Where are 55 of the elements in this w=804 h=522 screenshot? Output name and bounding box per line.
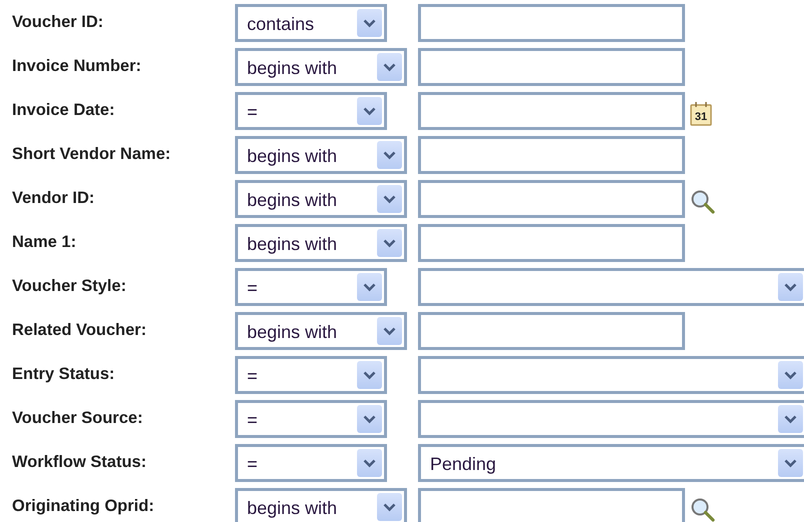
- input-field[interactable]: [418, 48, 685, 86]
- value-dropdown[interactable]: [418, 400, 804, 438]
- value-dropdown[interactable]: [418, 356, 804, 394]
- input-field[interactable]: [418, 92, 685, 130]
- field-label: Invoice Date:: [12, 100, 116, 121]
- operator-dropdown[interactable]: =: [235, 400, 387, 438]
- input-field[interactable]: [418, 224, 685, 262]
- chevron-down-icon: [784, 458, 797, 468]
- operator-dropdown[interactable]: =: [235, 444, 387, 482]
- chevron-down-icon: [383, 150, 396, 160]
- field-label: Entry Status:: [12, 364, 116, 385]
- operator-dropdown[interactable]: =: [235, 92, 387, 130]
- chevron-down-icon: [363, 282, 376, 292]
- chevron-down-icon: [383, 62, 396, 72]
- chevron-down-icon: [784, 282, 797, 292]
- chevron-down-icon: [363, 106, 376, 116]
- field-label: Related Voucher:: [12, 320, 148, 341]
- field-label: Voucher Style:: [12, 276, 128, 297]
- field-label: Short Vendor Name:: [12, 144, 172, 165]
- field-label: Originating Oprid:: [12, 496, 156, 517]
- operator-dropdown[interactable]: contains: [235, 4, 387, 42]
- operator-dropdown[interactable]: =: [235, 356, 387, 394]
- operator-dropdown[interactable]: begins with: [235, 312, 408, 350]
- operator-dropdown[interactable]: begins with: [235, 180, 408, 218]
- field-label: Name 1:: [12, 232, 78, 253]
- chevron-down-icon: [363, 18, 376, 28]
- operator-dropdown[interactable]: begins with: [235, 136, 408, 174]
- field-label: Voucher ID:: [12, 12, 104, 33]
- field-label: Invoice Number:: [12, 56, 142, 77]
- chevron-down-icon: [784, 370, 797, 380]
- chevron-down-icon: [383, 194, 396, 204]
- search-icon[interactable]: [690, 497, 716, 522]
- input-field[interactable]: [418, 136, 685, 174]
- chevron-down-icon: [363, 414, 376, 424]
- chevron-down-icon: [363, 370, 376, 380]
- chevron-down-icon: [383, 502, 396, 512]
- operator-dropdown[interactable]: begins with: [235, 488, 408, 522]
- value-dropdown[interactable]: Pending: [418, 444, 804, 482]
- input-field[interactable]: [418, 4, 685, 42]
- operator-dropdown[interactable]: begins with: [235, 224, 408, 262]
- chevron-down-icon: [784, 414, 797, 424]
- field-label: Voucher Source:: [12, 408, 144, 429]
- search-icon[interactable]: [690, 189, 716, 215]
- calendar-icon[interactable]: 31: [690, 101, 713, 127]
- field-label: Workflow Status:: [12, 452, 148, 473]
- operator-dropdown[interactable]: begins with: [235, 48, 408, 86]
- chevron-down-icon: [383, 238, 396, 248]
- input-field[interactable]: [418, 180, 685, 218]
- input-field[interactable]: [418, 488, 685, 522]
- value-dropdown[interactable]: [418, 268, 804, 306]
- input-field[interactable]: [418, 312, 685, 350]
- operator-dropdown[interactable]: =: [235, 268, 387, 306]
- field-label: Vendor ID:: [12, 188, 96, 209]
- chevron-down-icon: [363, 458, 376, 468]
- chevron-down-icon: [383, 326, 396, 336]
